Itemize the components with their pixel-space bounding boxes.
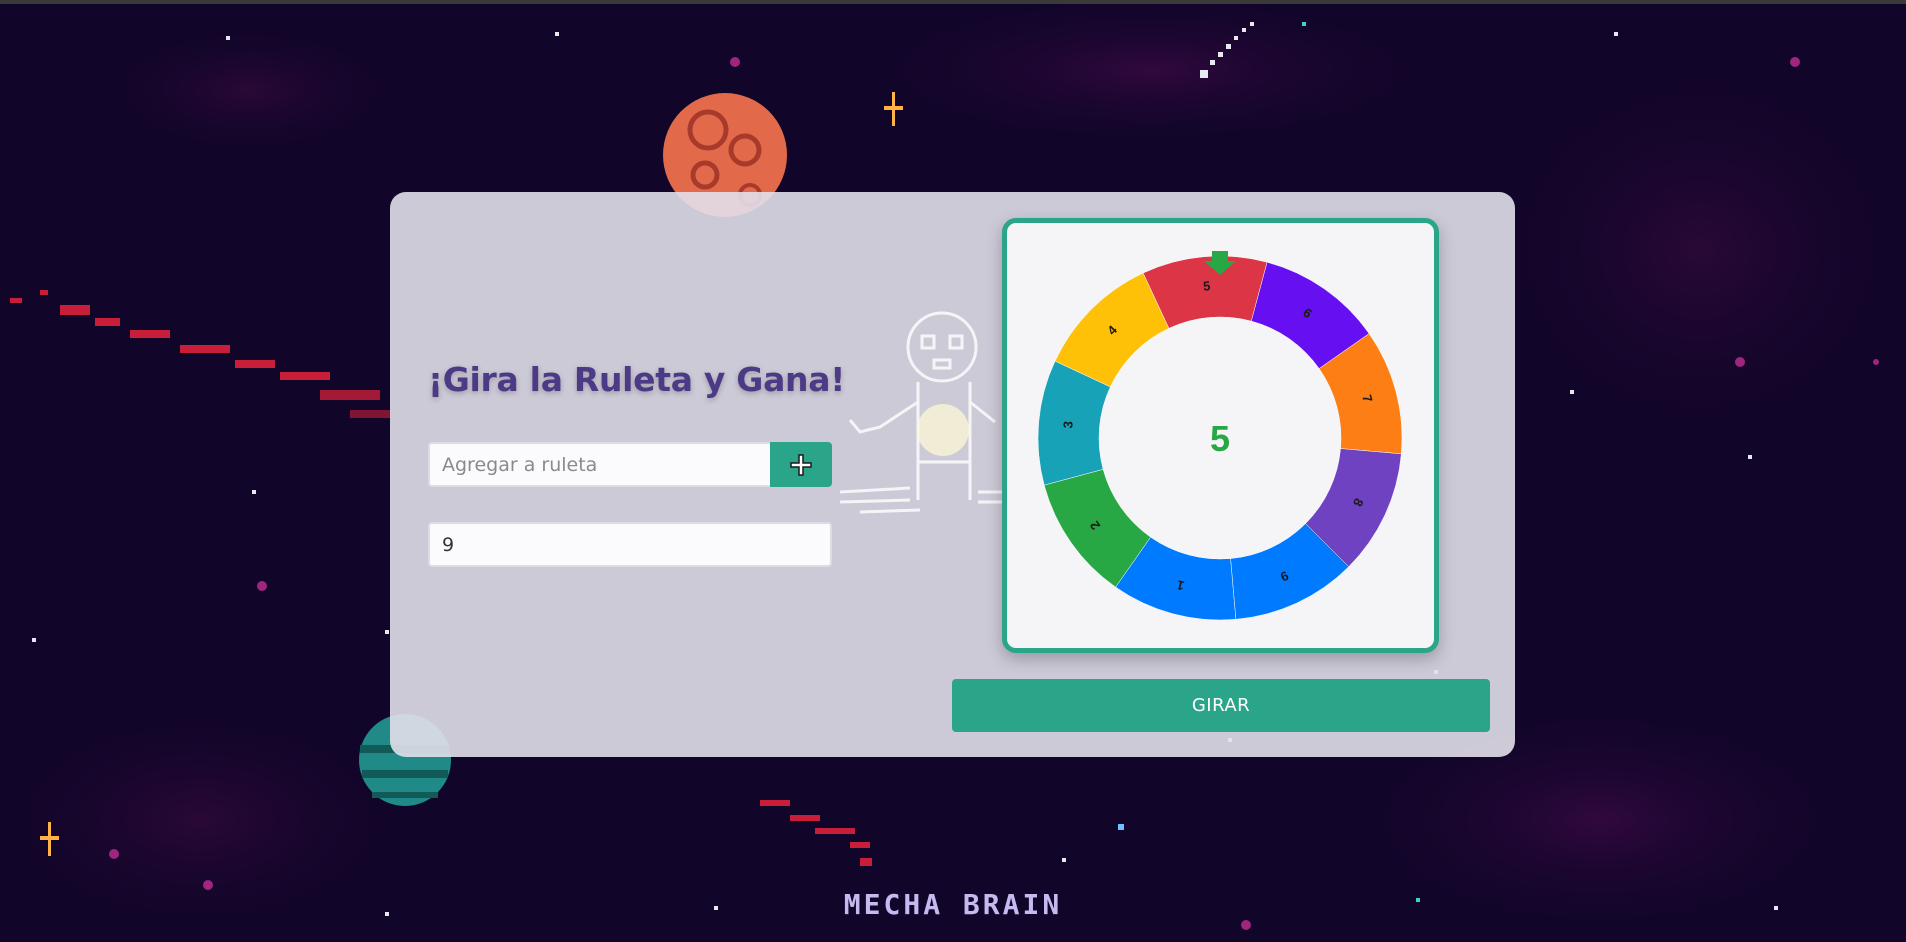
page-title: ¡Gira la Ruleta y Gana!: [428, 360, 845, 399]
add-button[interactable]: [770, 442, 832, 487]
wheel-segment-label: 3: [1060, 420, 1076, 429]
add-entry-row: [428, 442, 832, 487]
wheel-segment-label: 5: [1202, 278, 1211, 294]
roulette-wheel[interactable]: 567891234 5: [1007, 223, 1434, 648]
roulette-card: ¡Gira la Ruleta y Gana! 567891234 5 GIRA…: [390, 192, 1515, 757]
wheel-result: 5: [1210, 418, 1230, 459]
plus-icon: [790, 453, 812, 476]
brand-logo: MECHA BRAIN: [843, 888, 1063, 921]
window-top-edge: [0, 0, 1906, 4]
entries-count-input[interactable]: [428, 522, 832, 567]
spin-button[interactable]: GIRAR: [952, 679, 1490, 732]
add-to-roulette-input[interactable]: [428, 442, 770, 487]
wheel-panel: 567891234 5: [1002, 218, 1439, 653]
